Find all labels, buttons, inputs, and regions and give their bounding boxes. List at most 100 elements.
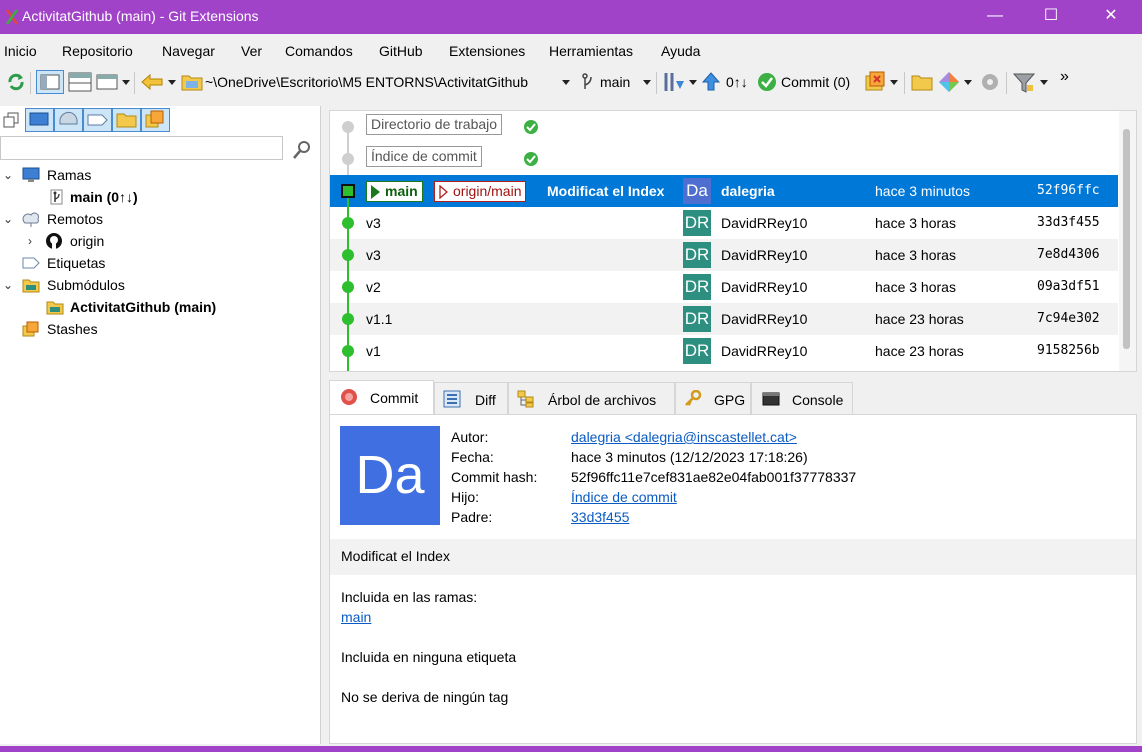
commit-hash: 7e8d4306 [1037, 247, 1100, 262]
avatar: Da [683, 178, 711, 204]
commit-row[interactable]: v1.1 DR DavidRRey10 hace 23 horas 7c94e3… [330, 303, 1118, 335]
branch-link-main[interactable]: main [341, 609, 371, 625]
commit-index-row[interactable]: Índice de commit [330, 143, 1118, 175]
tags-info: Incluida en ninguna etiqueta [341, 649, 517, 665]
parent-link[interactable]: 33d3f455 [571, 509, 629, 525]
push-arrow-icon[interactable] [702, 72, 720, 92]
chevron-down-icon[interactable] [1040, 80, 1048, 85]
graph-node [342, 217, 354, 229]
tree-node-tags[interactable]: Etiquetas [0, 253, 320, 275]
branch-selector[interactable]: main [600, 74, 630, 90]
folder-open-icon[interactable] [911, 72, 933, 92]
menu-ver[interactable]: Ver [241, 43, 262, 59]
tree-filter-buttons[interactable] [25, 108, 170, 132]
layout-view-icon[interactable] [36, 70, 64, 94]
commit-date: hace 23 horas [875, 311, 964, 327]
working-directory-row[interactable]: Directorio de trabajo [330, 111, 1118, 143]
commit-row[interactable]: v2 DR DavidRRey10 hace 3 horas 09a3df51 [330, 271, 1118, 303]
avatar: DR [683, 274, 711, 300]
commit-author: dalegria [721, 183, 775, 199]
menu-repositorio[interactable]: Repositorio [62, 43, 133, 59]
collapse-all-icon[interactable] [3, 112, 19, 128]
tree-label-tags: Etiquetas [47, 255, 106, 271]
chevron-down-icon[interactable]: ⌄ [3, 168, 13, 182]
filter-icon[interactable] [1013, 72, 1035, 94]
commit-hash-value: 52f96ffc11e7cef831ae82e04fab001f37778337 [571, 469, 857, 485]
toolbar: ~\OneDrive\Escritorio\M5 ENTORNS\Activit… [0, 66, 1142, 98]
tab-commit[interactable]: Commit [329, 380, 434, 414]
menu-extensiones[interactable]: Extensiones [449, 43, 525, 59]
commit-row[interactable]: v3 DR DavidRRey10 hace 3 horas 33d3f455 [330, 207, 1118, 239]
settings-gear-icon[interactable] [980, 72, 1000, 92]
menu-github[interactable]: GitHub [379, 43, 423, 59]
commit-row[interactable]: v1 DR DavidRRey10 hace 23 horas 9158256b [330, 335, 1118, 371]
chevron-down-icon[interactable] [643, 80, 651, 85]
play-triangle-icon [371, 185, 380, 199]
tab-diff[interactable]: Diff [434, 382, 508, 414]
commit-row[interactable]: v3 DR DavidRRey10 hace 3 horas 7e8d4306 [330, 239, 1118, 271]
stash-icon[interactable] [864, 70, 886, 92]
commit-hash-label: Commit hash: [451, 469, 538, 485]
scrollbar-thumb[interactable] [1123, 129, 1130, 349]
tree-node-remotes[interactable]: ⌄ Remotos [0, 209, 320, 231]
repository-folder-icon[interactable] [181, 71, 203, 93]
chevron-down-icon[interactable]: ⌄ [3, 278, 13, 292]
close-button[interactable]: ✕ [1088, 0, 1134, 34]
search-input[interactable] [0, 136, 283, 160]
graph-node [342, 313, 354, 325]
author-avatar: Da [340, 426, 440, 525]
commit-row-selected[interactable]: main origin/main Modificat el Index Da d… [330, 175, 1118, 207]
author-link[interactable]: dalegria <dalegria@inscastellet.cat> [571, 429, 797, 445]
details-tabs: Commit Diff Árbol de archivos GPG Consol… [329, 380, 1137, 414]
layout-panel-icon[interactable] [96, 71, 118, 93]
avatar: DR [683, 338, 711, 364]
maximize-button[interactable]: ☐ [1028, 0, 1074, 34]
tree-node-stashes[interactable]: Stashes [0, 319, 320, 341]
tree-label-submodules: Submódulos [47, 277, 125, 293]
chevron-down-icon[interactable] [562, 80, 570, 85]
chevron-down-icon[interactable] [168, 80, 176, 85]
checkout-arrow-icon[interactable] [140, 72, 164, 92]
monitor-icon [22, 167, 40, 182]
tab-gpg[interactable]: GPG [675, 382, 751, 414]
layout-split-icon[interactable] [68, 71, 92, 93]
menu-herramientas[interactable]: Herramientas [549, 43, 633, 59]
menu-ayuda[interactable]: Ayuda [661, 43, 700, 59]
fetch-pull-icon[interactable] [662, 71, 686, 93]
tree-node-origin[interactable]: › origin [0, 231, 320, 253]
menu-comandos[interactable]: Comandos [285, 43, 353, 59]
tree-node-submodules[interactable]: ⌄ Submódulos [0, 275, 320, 297]
commit-author: DavidRRey10 [721, 215, 808, 231]
tree-node-main-branch[interactable]: main (0↑↓) [0, 187, 320, 209]
menu-inicio[interactable]: Inicio [4, 43, 37, 59]
repository-path[interactable]: ~\OneDrive\Escritorio\M5 ENTORNS\Activit… [205, 74, 528, 90]
chevron-right-icon[interactable]: › [28, 234, 32, 248]
remote-branch-ref[interactable]: origin/main [434, 181, 527, 202]
chevron-down-icon[interactable] [964, 80, 972, 85]
tree-label-submodule-item: ActivitatGithub (main) [70, 299, 217, 315]
chevron-down-icon[interactable]: ⌄ [3, 212, 13, 226]
commit-date: hace 3 minutos [875, 183, 970, 199]
chevron-down-icon[interactable] [122, 80, 130, 85]
child-link[interactable]: Índice de commit [571, 489, 677, 505]
tab-console-label: Console [792, 392, 844, 408]
git-bash-icon[interactable] [938, 71, 960, 93]
toolbar-overflow-chevron[interactable]: » [1060, 68, 1069, 86]
minimize-button[interactable]: — [972, 0, 1018, 34]
chevron-down-icon[interactable] [689, 80, 697, 85]
search-icon[interactable] [292, 140, 312, 160]
tab-console[interactable]: Console [751, 382, 853, 414]
commit-graph: Directorio de trabajo Índice de commit m… [329, 110, 1137, 372]
tab-file-tree[interactable]: Árbol de archivos [508, 382, 675, 414]
date-label: Fecha: [451, 449, 494, 465]
commit-button[interactable]: Commit (0) [781, 74, 850, 90]
menu-navegar[interactable]: Navegar [162, 43, 215, 59]
chevron-down-icon[interactable] [890, 80, 898, 85]
refresh-icon[interactable] [6, 72, 26, 92]
head-branch-ref[interactable]: main [366, 181, 423, 202]
commit-message: v2 [366, 279, 381, 295]
tree-node-submodule-item[interactable]: ActivitatGithub (main) [0, 297, 320, 319]
commit-hash: 9158256b [1037, 343, 1100, 358]
graph-scrollbar[interactable] [1119, 111, 1136, 371]
tree-node-branches[interactable]: ⌄ Ramas [0, 165, 320, 187]
